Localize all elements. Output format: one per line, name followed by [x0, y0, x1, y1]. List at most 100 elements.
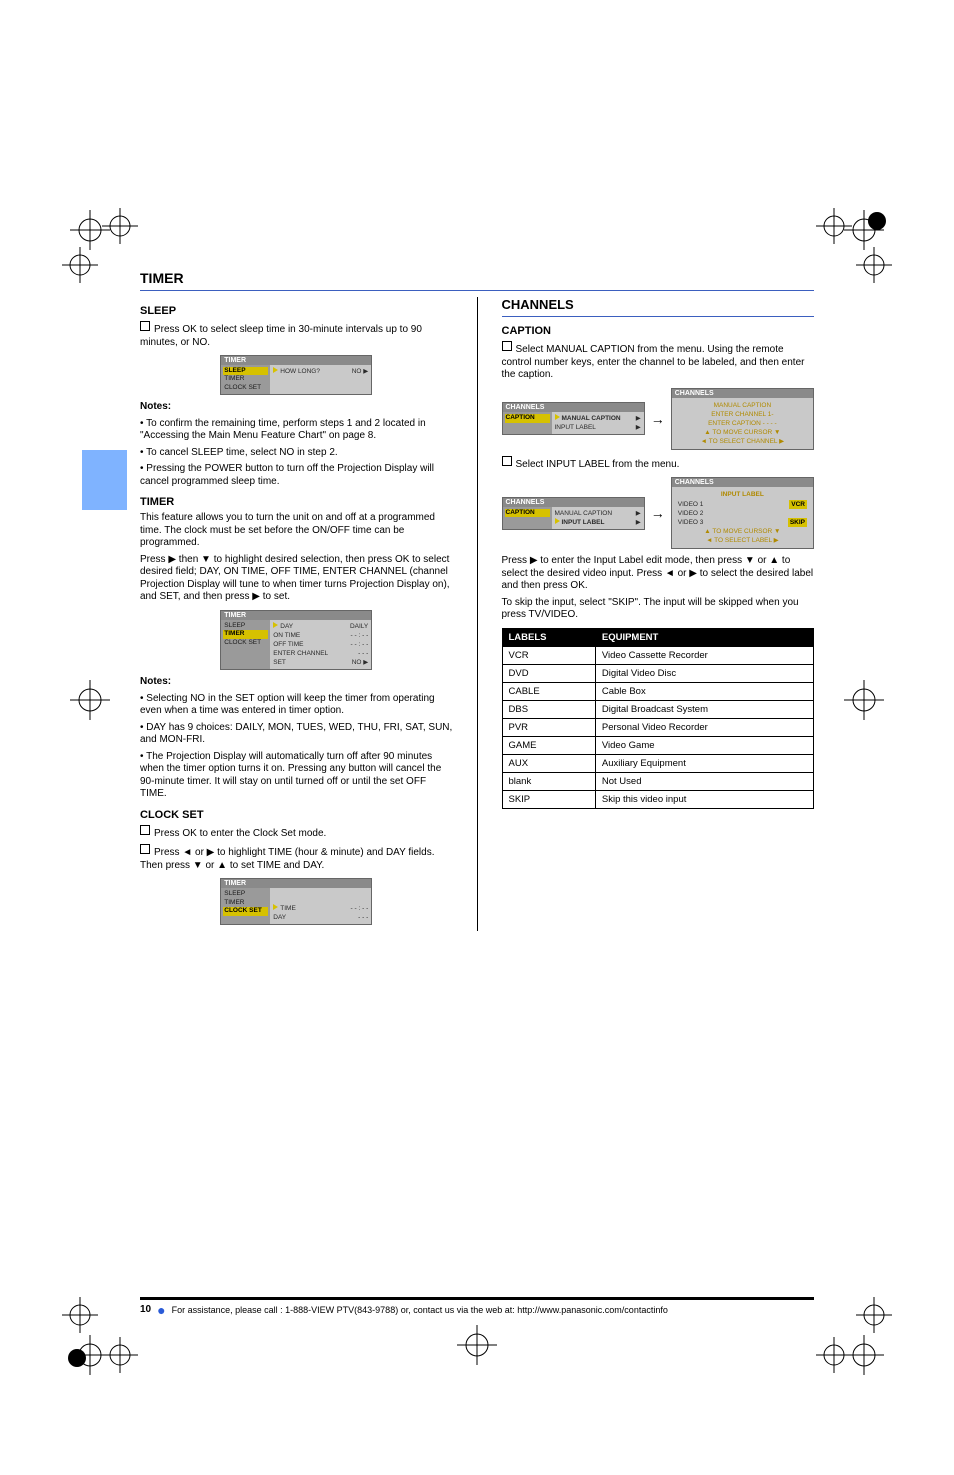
sleep-bullet-text: Press OK to select sleep time in 30-minu… [140, 324, 422, 348]
registration-dot-icon [68, 1349, 86, 1367]
table-row: DVDDigital Video Disc [502, 664, 814, 682]
timer-heading: TIMER [140, 496, 453, 508]
crop-corner-icon [100, 206, 140, 246]
checkbox-icon [140, 844, 150, 854]
osd-row-label: DAY [273, 913, 286, 922]
osd-row-value: ▶ [636, 423, 641, 432]
columns: SLEEP Press OK to select sleep time in 3… [140, 297, 814, 931]
crop-corner-icon [854, 1295, 894, 1335]
osd-row-label: INPUT LABEL [555, 423, 596, 432]
page-title: TIMER [140, 270, 814, 286]
osd-channels-manual-left: CHANNELS CAPTION MANUAL CAPTION ▶ INPUT L… [502, 402, 645, 435]
footer-note: For assistance, please call : 1-888-VIEW… [172, 1305, 668, 1315]
table-row: VCRVideo Cassette Recorder [502, 646, 814, 664]
timer-intro: This feature allows you to turn the unit… [140, 512, 453, 550]
sleep-note: • Pressing the POWER button to turn off … [140, 463, 453, 488]
table-row: blankNot Used [502, 772, 814, 790]
osd-row-label: ON TIME [273, 631, 300, 640]
osd-foot: ◄ TO SELECT LABEL ▶ [678, 536, 807, 545]
osd-side-item: CAPTION [505, 414, 550, 422]
osd-timer: TIMER SLEEP TIMER CLOCK SET DAYDAILY ON … [220, 610, 372, 670]
crop-corner-icon [60, 245, 100, 285]
osd-line: ENTER CAPTION - - - - [678, 419, 807, 428]
notes-heading: Notes: [140, 676, 171, 687]
table-cell: Auxiliary Equipment [595, 754, 813, 772]
osd-foot: ▲ TO MOVE CURSOR ▼ [678, 527, 807, 536]
table-cell: DVD [502, 664, 595, 682]
table-cell: GAME [502, 736, 595, 754]
osd-row-label: OFF TIME [273, 640, 303, 649]
osd-header: CHANNELS [503, 498, 644, 507]
osd-side-item: CLOCK SET [223, 907, 268, 915]
osd-row-label: VIDEO 2 [678, 509, 704, 518]
column-divider [477, 297, 478, 931]
osd-row-value: VCR [789, 500, 807, 509]
checkbox-icon [502, 456, 512, 466]
osd-row-value: SKIP [788, 518, 807, 527]
osd-main: HOW LONG? NO ▶ [270, 365, 371, 394]
osd-row-label: MANUAL CAPTION [555, 509, 613, 518]
osd-main: DAYDAILY ON TIME- - : - - OFF TIME- - : … [270, 620, 371, 669]
clock-heading: CLOCK SET [140, 809, 453, 821]
notes-heading: Notes: [140, 401, 171, 412]
table-cell: AUX [502, 754, 595, 772]
osd-row-label: VIDEO 3 [678, 518, 704, 527]
osd-row-value: ▶ [636, 509, 641, 518]
table-head-cell: LABELS [502, 628, 595, 646]
sleep-note: • To cancel SLEEP time, select NO in ste… [140, 447, 453, 460]
osd-header: CHANNELS [503, 403, 644, 412]
table-head-row: LABELS EQUIPMENT [502, 628, 814, 646]
crop-corner-icon [100, 1335, 140, 1375]
crop-mark-icon [834, 670, 894, 730]
table-cell: blank [502, 772, 595, 790]
table-row: SKIPSkip this video input [502, 790, 814, 808]
table-cell: DBS [502, 700, 595, 718]
page-number: 10 [140, 1304, 151, 1315]
osd-line: ENTER CHANNEL 1- [678, 410, 807, 419]
timer-note: • The Projection Display will automatica… [140, 751, 453, 801]
arrow-right-icon: → [651, 411, 665, 427]
osd-row-value: DAILY [350, 622, 368, 631]
osd-row-value: NO ▶ [352, 367, 369, 376]
timer-note: • Selecting NO in the SET option will ke… [140, 693, 453, 718]
clock-b1: Press OK to enter the Clock Set mode. [154, 828, 326, 839]
table-cell: PVR [502, 718, 595, 736]
osd-side-item: TIMER [223, 375, 268, 383]
osd-side-item: SLEEP [223, 367, 268, 375]
osd-row-value: ▶ [636, 414, 641, 423]
left-column: SLEEP Press OK to select sleep time in 3… [140, 297, 453, 931]
osd-manual-pair: CHANNELS CAPTION MANUAL CAPTION ▶ INPUT L… [502, 388, 815, 450]
table-cell: Not Used [595, 772, 813, 790]
osd-line: MANUAL CAPTION [678, 401, 807, 410]
crop-corner-icon [814, 206, 854, 246]
table-cell: Skip this video input [595, 790, 813, 808]
osd-sleep: TIMER SLEEP TIMER CLOCK SET HOW LONG?NO … [220, 355, 372, 395]
osd-header: CHANNELS [672, 389, 813, 398]
table-cell: Personal Video Recorder [595, 718, 813, 736]
checkbox-icon [140, 825, 150, 835]
osd-row-label: MANUAL CAPTION [562, 415, 621, 422]
osd-main: TIME- - : - - DAY- - - [270, 888, 371, 924]
caption-heading: CAPTION [502, 325, 815, 337]
osd-row-value: NO ▶ [352, 658, 369, 667]
input-instr: To skip the input, select "SKIP". The in… [502, 597, 815, 622]
crop-corner-icon [854, 245, 894, 285]
osd-row-label: VIDEO 1 [678, 500, 704, 509]
checkbox-icon [502, 341, 512, 351]
osd-side-item: SLEEP [223, 890, 268, 898]
manual-caption-text: Select MANUAL CAPTION from the menu. Usi… [502, 344, 805, 380]
input-instr: Press ▶ to enter the Input Label edit mo… [502, 555, 815, 593]
channels-title: CHANNELS [502, 297, 815, 312]
osd-row-value: - - - [358, 913, 368, 922]
osd-channels-input-left: CHANNELS CAPTION MANUAL CAPTION▶ INPUT L… [502, 497, 645, 530]
crop-corner-icon [814, 1335, 854, 1375]
timer-note: • DAY has 9 choices: DAILY, MON, TUES, W… [140, 722, 453, 747]
osd-row-label: HOW LONG? [280, 368, 320, 375]
cursor-icon [555, 518, 560, 524]
footer-rule [140, 1297, 814, 1300]
osd-row-label: SET [273, 658, 286, 667]
cursor-icon [273, 367, 278, 373]
sleep-bullet: Press OK to select sleep time in 30-minu… [140, 321, 453, 349]
table-row: DBSDigital Broadcast System [502, 700, 814, 718]
osd-side-item: CAPTION [505, 509, 550, 517]
